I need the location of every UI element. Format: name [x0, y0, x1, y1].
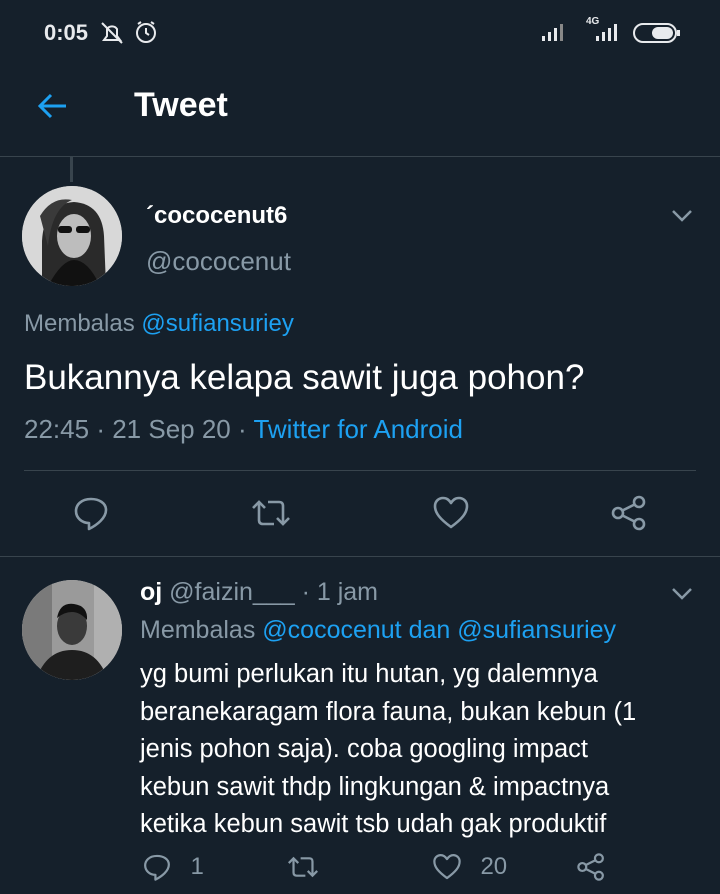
reply-header: oj @faizin___ · 1 jam: [140, 578, 378, 607]
reply-action[interactable]: 1: [142, 852, 204, 882]
like-count: 20: [480, 853, 508, 880]
share-icon[interactable]: [610, 494, 648, 537]
mention-conjunction: dan: [408, 616, 451, 644]
header-divider: [0, 156, 720, 157]
chevron-down-icon[interactable]: [670, 586, 694, 607]
like-icon: [433, 854, 461, 880]
tweet-source-link[interactable]: Twitter for Android: [253, 414, 463, 444]
signal-icon: [540, 22, 570, 47]
retweet-icon[interactable]: [286, 852, 320, 887]
reply-text-line: kebun sawit thdp lingkungan & impactnya: [140, 772, 610, 801]
reply-icon: [144, 854, 170, 881]
reply-count: 1: [190, 853, 204, 880]
mention-link[interactable]: @cococenut: [262, 616, 401, 644]
divider: [24, 470, 696, 471]
back-arrow-icon[interactable]: [34, 88, 70, 129]
retweet-icon[interactable]: [250, 494, 292, 537]
like-action[interactable]: 20: [432, 852, 507, 882]
reply-avatar[interactable]: [22, 580, 122, 680]
mention-link[interactable]: @sufiansuriey: [457, 616, 616, 644]
display-name[interactable]: ´cococenut6: [146, 202, 287, 230]
tweet-time: 22:45: [24, 414, 90, 444]
meta-separator: ·: [238, 414, 247, 444]
mute-notification-icon: [101, 21, 156, 44]
replying-label: Membalas: [24, 310, 135, 337]
status-time: 0:05: [44, 20, 89, 45]
avatar[interactable]: [22, 186, 122, 286]
signal-4g-icon: 4G: [584, 16, 626, 49]
status-icons-left: [100, 20, 160, 51]
page-title: Tweet: [134, 86, 228, 124]
tweet-meta: 22:45 · 21 Sep 20 · Twitter for Android: [24, 414, 463, 445]
reply-time: 1 jam: [316, 578, 378, 606]
reply-text-line: jenis pohon saja). coba googling impact: [140, 735, 588, 763]
replying-label: Membalas: [140, 616, 256, 644]
replying-to: Membalas @sufiansuriey: [24, 310, 294, 338]
reply-icon[interactable]: [72, 494, 110, 537]
reply-text-line: ketika kebun sawit tsb udah gak produkti…: [140, 810, 607, 838]
chevron-down-icon[interactable]: [670, 208, 694, 229]
meta-separator: ·: [96, 414, 105, 444]
reply-text-line: yg bumi perlukan itu hutan, yg dalemnya: [140, 660, 598, 688]
user-handle[interactable]: @cococenut: [146, 246, 291, 277]
tweet-text: Bukannya kelapa sawit juga pohon?: [24, 358, 585, 397]
tweet-date: 21 Sep 20: [112, 414, 231, 444]
reply-display-name[interactable]: oj: [140, 578, 162, 606]
like-icon[interactable]: [432, 494, 470, 537]
share-icon[interactable]: [576, 852, 606, 887]
thread-line: [70, 156, 73, 182]
reply-text-line: beranekaragam flora fauna, bukan kebun (…: [140, 697, 637, 726]
divider: [0, 556, 720, 557]
battery-icon: [632, 22, 682, 49]
reply-text: yg bumi perlukan itu hutan, yg dalemnya …: [140, 656, 700, 844]
reply-replying-to: Membalas @cococenut dan @sufiansuriey: [140, 616, 616, 645]
reply-handle[interactable]: @faizin___: [169, 578, 294, 606]
mention-link[interactable]: @sufiansuriey: [141, 310, 293, 337]
meta-separator: ·: [301, 578, 310, 606]
